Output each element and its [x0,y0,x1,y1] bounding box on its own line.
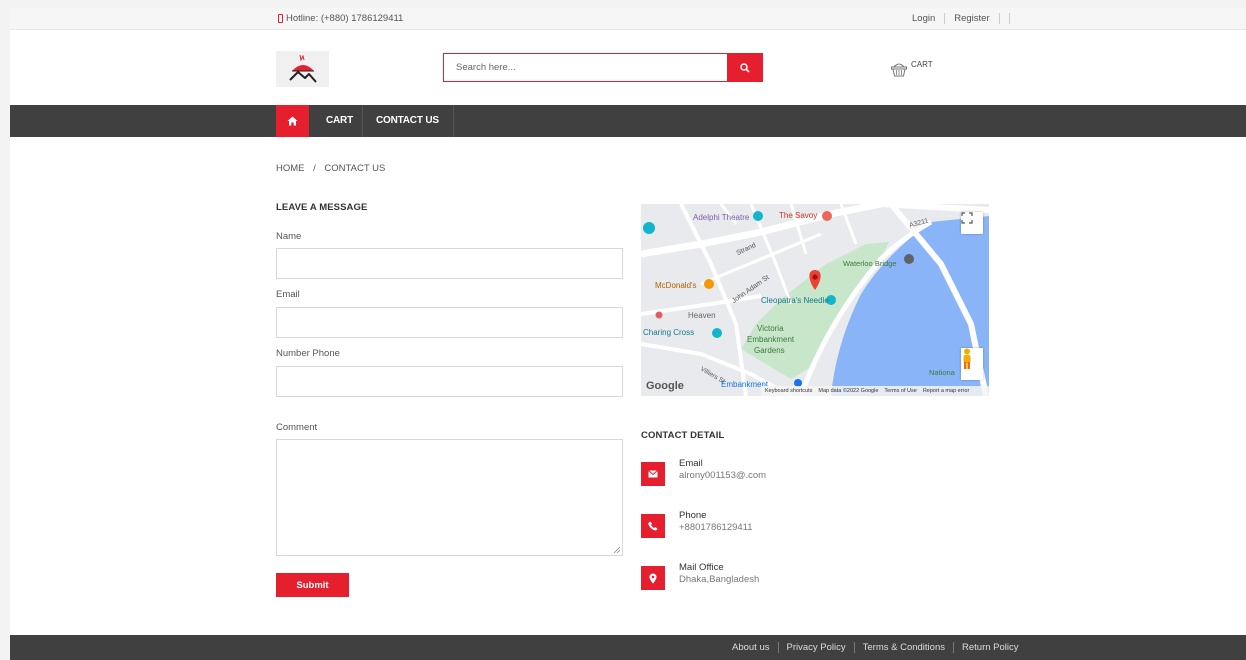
contact-email: Email alrony001153@.com [641,458,766,486]
page: Hotline: (+880) 1786129411 Login Registe… [10,8,1246,660]
name-label: Name [276,231,302,242]
phone-input[interactable] [277,367,622,396]
contact-email-title: Email [679,458,703,469]
map-label-savoy: The Savoy [779,211,818,220]
google-map[interactable]: Adelphi Theatre The Savoy A3211 Strand W… [641,204,989,396]
contact-phone: Phone +8801786129411 [641,510,753,538]
envelope-icon [641,462,665,486]
top-bar: Hotline: (+880) 1786129411 Login Registe… [10,8,1246,30]
map-label-waterloo: Waterloo Bridge [843,259,897,268]
contact-office: Mail Office Dhaka,Bangladesh [641,562,759,590]
map-report-link[interactable]: Report a map error [923,388,969,394]
hotline: Hotline: (+880) 1786129411 [278,13,403,24]
contact-office-title: Mail Office [679,562,724,573]
account-links: Login Register [903,13,1010,24]
basket-icon [891,63,907,77]
header-cart[interactable]: CART [890,60,933,78]
mobile-phone-icon [278,14,283,23]
breadcrumb: HOME / CONTACT US [276,163,385,174]
hotline-text: Hotline: (+880) 1786129411 [286,13,404,24]
name-field[interactable] [276,248,623,279]
contact-phone-value[interactable]: +8801786129411 [679,522,753,534]
map-label-victoria: Victoria [757,324,784,333]
map-terms-link[interactable]: Terms of Use [884,388,916,394]
contact-phone-title: Phone [679,510,707,521]
login-link[interactable]: Login [903,13,946,24]
contact-detail-title: CONTACT DETAIL [641,430,725,441]
breadcrumb-current: CONTACT US [324,163,386,174]
map-label-mcdonalds: McDonald's [655,281,697,290]
breadcrumb-home[interactable]: HOME [276,163,305,174]
comment-label: Comment [276,422,318,433]
submit-button[interactable]: Submit [276,573,349,597]
map-label-heaven: Heaven [688,311,716,320]
comment-textarea[interactable] [277,440,622,555]
email-label: Email [276,289,300,300]
resize-grip-icon[interactable] [613,546,620,553]
search-button[interactable] [727,54,762,81]
form-title: LEAVE A MESSAGE [276,202,368,213]
map-label-cleopatra: Cleopatra's Needle [761,296,829,305]
map-label-adelphi: Adelphi Theatre [693,213,750,222]
phone-label: Number Phone [276,348,340,359]
map-data-credit: Map data ©2022 Google [818,388,879,394]
footer-link-return[interactable]: Return Policy [953,642,1027,653]
fullscreen-icon [961,212,973,224]
nav-home[interactable] [276,105,309,137]
fullscreen-button[interactable] [961,212,983,234]
map-label-gardens: Gardens [754,346,785,355]
site-footer: About us Privacy Policy Terms & Conditio… [10,635,1246,660]
pegman-icon [963,348,971,369]
street-view-pegman[interactable] [961,348,983,380]
email-input[interactable] [277,308,622,337]
footer-links: About us Privacy Policy Terms & Conditio… [732,642,1027,653]
footer-link-privacy[interactable]: Privacy Policy [777,642,854,653]
footer-link-terms[interactable]: Terms & Conditions [853,642,953,653]
map-footer: Keyboard shortcuts Map data ©2022 Google… [761,386,989,396]
comment-field[interactable] [276,439,623,556]
map-marker-icon [641,566,665,590]
google-logo[interactable]: Google [646,380,684,392]
map-label-embankment: Embankment [747,335,795,344]
phone-icon [641,514,665,538]
main-nav: CART CONTACT US [10,105,1246,137]
footer-link-about[interactable]: About us [732,642,778,653]
contact-office-value: Dhaka,Bangladesh [679,574,760,585]
site-logo[interactable] [276,51,329,87]
search-input[interactable] [444,54,727,81]
name-input[interactable] [277,249,622,278]
search-bar [443,53,763,82]
map-keyboard-shortcuts[interactable]: Keyboard shortcuts [765,388,812,394]
nav-contact-us[interactable]: CONTACT US [362,105,454,137]
map-label-charing-cross: Charing Cross [643,328,695,337]
map-label-nationa: Nationa [929,368,955,377]
register-link[interactable]: Register [945,13,1000,24]
email-field[interactable] [276,307,623,338]
divider [1008,13,1010,24]
breadcrumb-separator: / [313,163,316,174]
contact-email-value[interactable]: alrony001153@.com [679,470,766,482]
phone-field[interactable] [276,366,623,397]
search-icon [739,62,750,73]
home-icon [287,116,298,126]
nav-cart[interactable]: CART [326,105,353,137]
header-cart-label: CART [911,60,933,69]
